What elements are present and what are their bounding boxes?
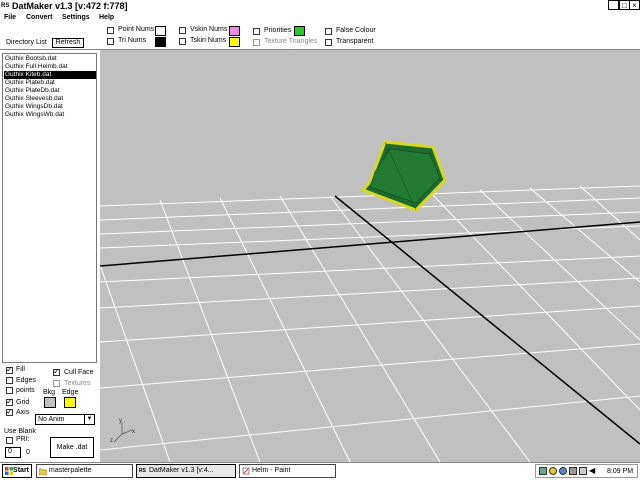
folder-icon — [38, 467, 48, 476]
vskin-nums-checkbox[interactable] — [179, 27, 186, 34]
point-nums-label: Point Nums — [118, 26, 155, 33]
chevron-down-icon: ▼ — [84, 415, 94, 424]
make-dat-button[interactable]: Make .dat — [50, 437, 94, 458]
texture-triangles-checkbox[interactable] — [253, 39, 260, 46]
grid-label: Grid — [16, 399, 30, 406]
windows-logo-icon — [5, 467, 13, 475]
file-item[interactable]: Guthix Sleevesb.dat — [4, 95, 96, 103]
file-item-selected[interactable]: Guthix Kiteb.dat — [4, 71, 96, 79]
refresh-button[interactable]: Refresh — [52, 38, 84, 48]
tri-nums-label: Tri Nums — [118, 37, 147, 44]
axis-y-label: y — [119, 418, 122, 424]
fill-label: Fill — [16, 366, 25, 373]
window-title: DatMaker v1.3 [v:472 f:778] — [12, 1, 128, 11]
toolbar — [0, 23, 640, 50]
tri-nums-color[interactable] — [155, 37, 166, 47]
edges-label: Edges — [16, 377, 36, 384]
globe-icon[interactable] — [559, 467, 567, 475]
point-nums-color[interactable] — [155, 26, 166, 36]
axis-checkbox[interactable] — [6, 407, 13, 416]
textures-checkbox[interactable] — [53, 380, 60, 387]
shield-icon[interactable] — [549, 467, 557, 475]
anim-select-value: No Anim — [38, 416, 65, 423]
file-item[interactable]: Guthix WingsWb.dat — [4, 111, 96, 119]
anim-select[interactable]: No Anim ▼ — [35, 414, 95, 425]
taskbar-item-label: masterpalette — [49, 467, 92, 474]
model-mesh — [360, 140, 447, 212]
pri-input[interactable]: 0 — [5, 447, 21, 458]
file-item[interactable]: Guthix PlateDb.dat — [4, 87, 96, 95]
edge-color-swatch[interactable] — [64, 397, 76, 408]
menu-settings[interactable]: Settings — [62, 13, 90, 22]
floor-grid — [100, 185, 640, 462]
file-item[interactable]: Guthix Full Helmb.dat — [4, 63, 96, 71]
tskin-nums-checkbox[interactable] — [179, 38, 186, 45]
menu-bar — [0, 12, 640, 23]
false-colour-checkbox[interactable] — [325, 28, 332, 35]
false-colour-label: False Colour — [336, 27, 376, 34]
close-button[interactable]: × — [629, 0, 640, 10]
axis-x-label: x — [132, 429, 135, 435]
file-list[interactable]: Guthix Bootsb.dat Guthix Full Helmb.dat … — [2, 53, 97, 363]
point-nums-checkbox[interactable] — [107, 27, 114, 34]
tskin-nums-color[interactable] — [229, 37, 240, 47]
axis-label: Axis — [16, 409, 30, 416]
texture-triangles-label: Texture Triangles — [264, 38, 318, 45]
bkg-color-swatch[interactable] — [44, 397, 56, 408]
taskbar-item-datmaker[interactable]: RS DatMaker v1.3 [v:4... — [136, 464, 236, 478]
menu-convert[interactable]: Convert — [26, 13, 52, 22]
taskbar-item-label: DatMaker v1.3 [v:4... — [149, 467, 214, 474]
pri-checkbox[interactable] — [6, 437, 13, 444]
app-icon: RS — [139, 468, 146, 474]
start-label: Start — [13, 467, 29, 474]
priorities-label: Priorities — [264, 27, 292, 34]
axis-gizmo — [113, 422, 133, 443]
z-axis-line — [334, 195, 640, 445]
cull-face-checkbox[interactable] — [53, 367, 60, 376]
app-icon: RS — [1, 3, 10, 9]
use-blank-label: Use Blank — [4, 428, 36, 435]
network-icon[interactable] — [539, 467, 547, 475]
points-checkbox[interactable] — [6, 387, 13, 394]
axis-z-label: z — [110, 438, 113, 444]
file-item[interactable]: Guthix Bootsb.dat — [4, 55, 96, 63]
edges-checkbox[interactable] — [6, 377, 13, 384]
printer-icon[interactable] — [569, 467, 577, 475]
vskin-nums-label: Vskin Nums — [190, 26, 228, 33]
taskbar-item-paint[interactable]: Helm - Paint — [239, 464, 336, 478]
grid-checkbox[interactable] — [6, 397, 13, 406]
file-item[interactable]: Guthix WingsDb.dat — [4, 103, 96, 111]
pri-value-label: 0 — [26, 449, 30, 456]
3d-viewport[interactable]: y x z — [100, 50, 640, 462]
taskbar-item-masterpalette[interactable]: masterpalette — [36, 464, 133, 478]
system-tray: ◀ 8:09 PM — [535, 464, 638, 478]
transparent-checkbox[interactable] — [325, 39, 332, 46]
transparent-label: Transparent — [336, 38, 374, 45]
points-label: points — [16, 387, 35, 394]
priorities-color[interactable] — [294, 26, 305, 36]
bkg-label: Bkg — [43, 389, 56, 396]
menu-file[interactable]: File — [4, 13, 16, 22]
tri-nums-checkbox[interactable] — [107, 38, 114, 45]
paint-icon — [242, 467, 250, 475]
minimize-button[interactable]: _ — [608, 0, 619, 10]
fill-checkbox[interactable] — [6, 365, 13, 374]
vskin-nums-color[interactable] — [229, 26, 240, 36]
textures-label: Textures — [64, 380, 91, 387]
cull-face-label: Cull Face — [64, 369, 94, 376]
file-item[interactable]: Guthix Plateb.dat — [4, 79, 96, 87]
start-button[interactable]: Start — [2, 464, 32, 478]
viewport-canvas: y x z — [100, 140, 640, 462]
priorities-checkbox[interactable] — [253, 28, 260, 35]
menu-help[interactable]: Help — [99, 13, 114, 22]
speaker-icon[interactable]: ◀ — [589, 467, 597, 475]
pri-input-value: 0 — [8, 448, 12, 455]
clock: 8:09 PM — [607, 468, 634, 475]
taskbar-item-label: Helm - Paint — [252, 467, 291, 474]
directory-list-label: Directory List — [6, 39, 47, 46]
edge-label: Edge — [62, 389, 79, 396]
pri-label: PRI: — [16, 436, 30, 443]
monitor-icon[interactable] — [579, 467, 587, 475]
tskin-nums-label: Tskin Nums — [190, 37, 227, 44]
